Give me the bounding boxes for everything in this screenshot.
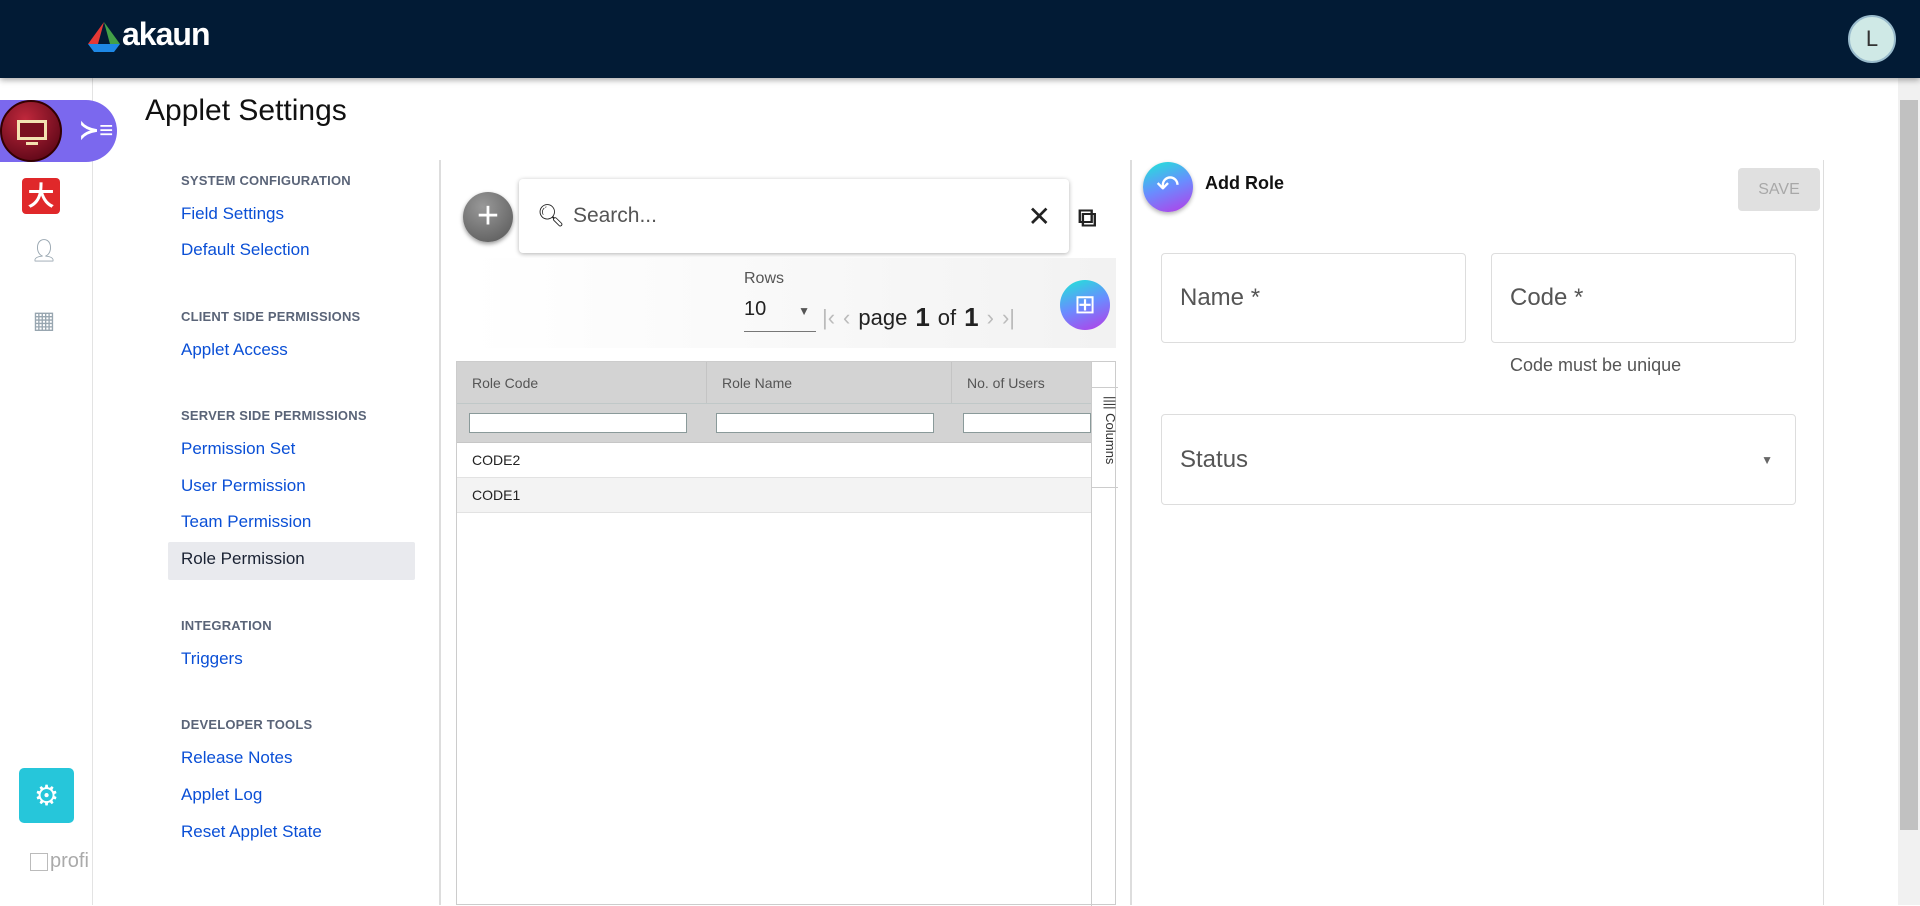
name-field[interactable]: Name * <box>1161 253 1466 343</box>
column-header-role-name[interactable]: Role Name <box>706 362 951 403</box>
divider <box>1823 160 1824 905</box>
nav-team-permission[interactable]: Team Permission <box>181 512 311 532</box>
users-filter-input[interactable] <box>963 413 1091 433</box>
roles-table: Role Code Role Name No. of Users CODE2 C… <box>456 361 1118 906</box>
table-row[interactable]: CODE2 <box>457 443 1091 478</box>
nav-reset-applet-state[interactable]: Reset Applet State <box>181 822 322 842</box>
divider <box>1130 160 1132 905</box>
form-title: Add Role <box>1205 173 1284 193</box>
nav-heading: SYSTEM CONFIGURATION <box>181 173 351 188</box>
columns-side-panel: |||| Columns <box>1091 362 1118 906</box>
name-label: Name * <box>1180 284 1261 311</box>
pdf-app-icon[interactable]: 大 <box>22 178 60 214</box>
cell-users <box>951 478 1091 512</box>
prev-page-icon[interactable]: ‹ <box>843 305 850 331</box>
divider <box>439 160 441 905</box>
page-title: Applet Settings <box>145 94 347 127</box>
cell-role-name <box>706 443 951 477</box>
page-current: 1 <box>915 302 930 332</box>
desktop-app-icon[interactable] <box>0 100 62 162</box>
nav-user-permission[interactable]: User Permission <box>181 476 306 496</box>
code-helper-text: Code must be unique <box>1510 355 1682 375</box>
chevron-down-icon: ▼ <box>1761 452 1773 467</box>
nav-heading: SERVER SIDE PERMISSIONS <box>181 408 367 423</box>
scrollbar-thumb[interactable] <box>1900 100 1918 830</box>
code-field[interactable]: Code * <box>1491 253 1796 343</box>
nav-permission-set[interactable]: Permission Set <box>181 439 295 459</box>
page-word: page <box>858 304 908 330</box>
nav-heading: CLIENT SIDE PERMISSIONS <box>181 309 361 324</box>
logo-text: akaun <box>122 16 210 52</box>
columns-tab[interactable]: |||| Columns <box>1092 387 1118 488</box>
cell-users <box>951 443 1091 477</box>
profile-checkbox[interactable]: profi <box>30 850 93 873</box>
column-header-role-code[interactable]: Role Code <box>457 362 706 403</box>
first-page-icon[interactable]: |‹ <box>822 305 835 331</box>
grid-icon[interactable]: ▦ <box>24 306 64 335</box>
grid-view-icon[interactable]: ⊞ <box>1060 280 1110 330</box>
filter-row <box>457 403 1091 443</box>
last-page-icon[interactable]: ›| <box>1002 305 1015 331</box>
page-total: 1 <box>964 302 979 332</box>
columns-tab-label: Columns <box>1103 413 1118 465</box>
cell-role-code: CODE2 <box>472 452 521 468</box>
status-select[interactable]: Status ▼ <box>1161 414 1796 505</box>
profile-label: profi <box>50 850 89 872</box>
nav-triggers[interactable]: Triggers <box>181 649 243 669</box>
columns-icon: |||| <box>1103 396 1118 410</box>
checkbox[interactable] <box>30 852 48 871</box>
column-header-users[interactable]: No. of Users <box>951 362 1091 403</box>
search-icon: 🔍︎ <box>537 203 565 228</box>
back-icon[interactable]: ↶ <box>1143 162 1193 212</box>
status-label: Status <box>1180 445 1249 473</box>
of-word: of <box>937 304 957 330</box>
code-label: Code * <box>1510 284 1584 311</box>
rows-per-page-select[interactable]: 10 ▼ <box>744 296 816 332</box>
nav-applet-access[interactable]: Applet Access <box>181 340 288 360</box>
top-header: akaun L <box>0 0 1920 78</box>
rows-label: Rows <box>744 270 785 287</box>
search-input[interactable]: 🔍︎ Search... ✕ <box>519 179 1069 253</box>
role-code-filter-input[interactable] <box>469 413 687 433</box>
gear-icon[interactable]: ⚙ <box>19 768 74 823</box>
nav-heading: INTEGRATION <box>181 618 272 633</box>
cell-role-code: CODE1 <box>472 487 521 503</box>
cell-role-name <box>706 478 951 512</box>
nav-role-permission[interactable]: Role Permission <box>181 549 305 569</box>
nav-default-selection[interactable]: Default Selection <box>181 240 310 260</box>
chevron-down-icon: ▼ <box>798 304 810 318</box>
akaun-logo-icon <box>88 22 120 52</box>
user-avatar[interactable]: L <box>1848 15 1896 63</box>
nav-heading: DEVELOPER TOOLS <box>181 717 313 732</box>
search-placeholder: Search... <box>572 204 657 227</box>
menu-collapse-icon[interactable]: ≻≡ <box>79 116 113 145</box>
pager: |‹ ‹ page 1 of 1 › ›| <box>822 302 1015 333</box>
rows-value: 10 <box>744 298 767 320</box>
person-icon[interactable]: 👤︎ <box>24 238 64 264</box>
save-button[interactable]: SAVE <box>1738 168 1820 211</box>
next-page-icon[interactable]: › <box>987 305 994 331</box>
table-row[interactable]: CODE1 <box>457 478 1091 513</box>
nav-release-notes[interactable]: Release Notes <box>181 748 293 768</box>
nav-field-settings[interactable]: Field Settings <box>181 204 284 224</box>
nav-applet-log[interactable]: Applet Log <box>181 785 262 805</box>
copy-document-icon[interactable]: ⧉ <box>1078 202 1097 234</box>
role-name-filter-input[interactable] <box>716 413 934 433</box>
table-header: Role Code Role Name No. of Users <box>457 362 1091 403</box>
clear-search-icon[interactable]: ✕ <box>1028 200 1051 233</box>
add-role-button[interactable]: + <box>463 192 513 242</box>
